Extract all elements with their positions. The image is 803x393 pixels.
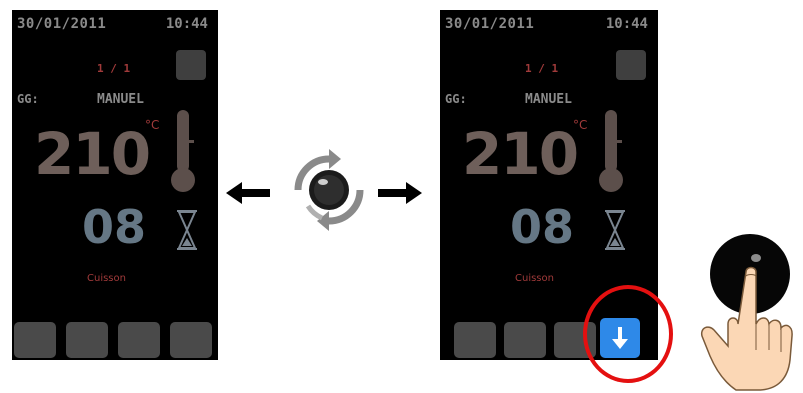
rotary-knob-icon[interactable]: [278, 140, 380, 240]
date-label: 30/01/2011: [445, 16, 535, 32]
left-screen: 30/01/2011 10:44 1 / 1 GG: MANUEL 210 °C…: [12, 10, 218, 360]
temperature-unit: °C: [145, 118, 160, 132]
date-label: 30/01/2011: [17, 16, 107, 32]
soft-button-2[interactable]: [504, 322, 546, 358]
top-right-button[interactable]: [176, 50, 206, 80]
soft-button-1[interactable]: [14, 322, 56, 358]
highlight-circle: [583, 285, 673, 383]
time-label: 10:44: [605, 16, 648, 32]
mode-key-label: GG:: [17, 92, 39, 106]
page-indicator: 1 / 1: [525, 62, 559, 75]
thermometer-icon: [171, 110, 195, 192]
temperature-unit: °C: [573, 118, 588, 132]
temperature-value: 210: [462, 120, 579, 188]
soft-button-1[interactable]: [454, 322, 496, 358]
mode-value-label: MANUEL: [97, 92, 144, 107]
page-indicator: 1 / 1: [97, 62, 131, 75]
left-arrow-icon: [226, 182, 270, 204]
mode-key-label: GG:: [445, 92, 467, 106]
soft-button-3[interactable]: [118, 322, 160, 358]
thermometer-icon: [599, 110, 623, 192]
timer-value: 08: [82, 200, 147, 254]
hourglass-icon: [177, 210, 197, 250]
soft-button-2[interactable]: [66, 322, 108, 358]
temperature-value: 210: [34, 120, 151, 188]
hourglass-icon: [605, 210, 625, 250]
top-right-button[interactable]: [616, 50, 646, 80]
status-label: Cuisson: [87, 273, 126, 284]
soft-button-4[interactable]: [170, 322, 212, 358]
status-label: Cuisson: [515, 273, 554, 284]
press-hand-icon[interactable]: [698, 232, 798, 392]
timer-value: 08: [510, 200, 575, 254]
right-arrow-icon: [378, 182, 422, 204]
mode-value-label: MANUEL: [525, 92, 572, 107]
time-label: 10:44: [165, 16, 208, 32]
